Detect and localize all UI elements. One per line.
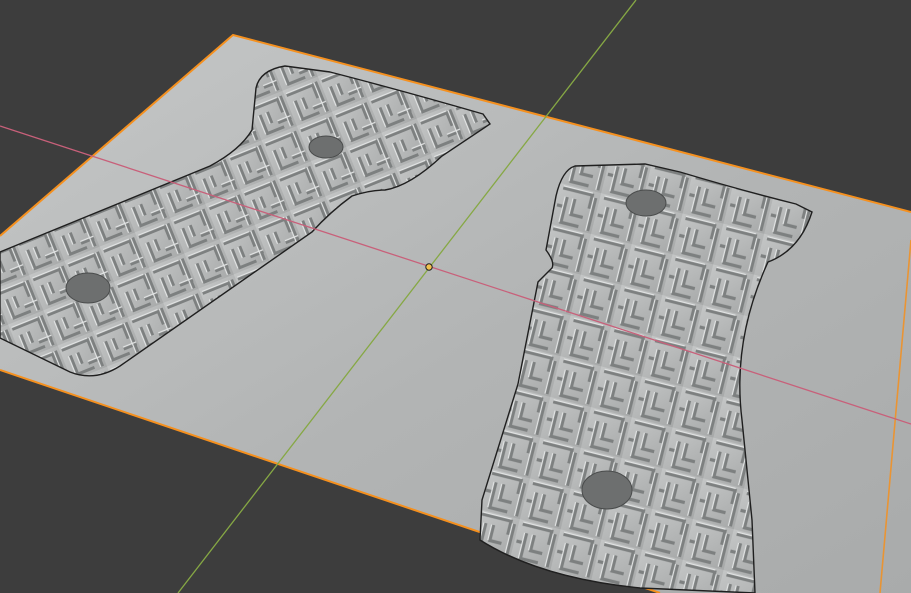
origin-marker-icon[interactable] bbox=[425, 263, 433, 271]
screw-hole-icon bbox=[308, 135, 344, 159]
screw-hole-icon bbox=[625, 189, 667, 217]
viewport-canvas[interactable] bbox=[0, 0, 911, 593]
screw-hole-icon bbox=[65, 272, 111, 304]
screw-hole-icon bbox=[581, 470, 633, 510]
3d-viewport[interactable] bbox=[0, 0, 911, 593]
